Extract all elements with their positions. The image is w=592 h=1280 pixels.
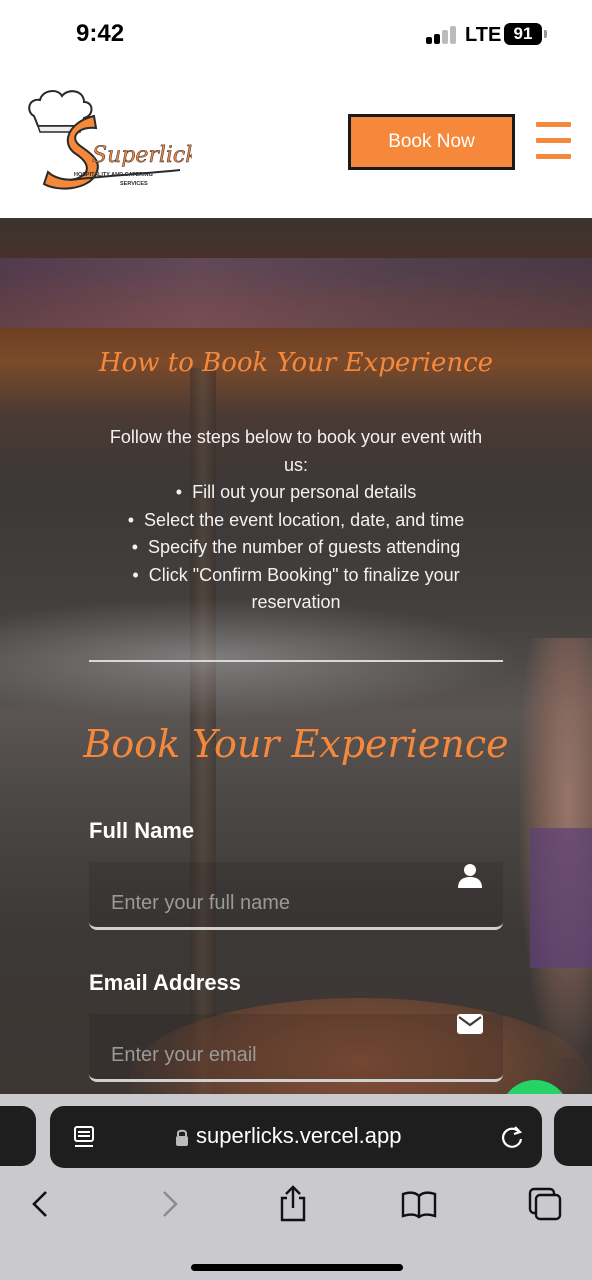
background-cloth [530, 828, 592, 968]
battery-tip [544, 30, 547, 38]
envelope-icon [457, 1014, 483, 1040]
svg-text:Superlicks: Superlicks [92, 143, 192, 168]
battery-icon: 91 [504, 23, 542, 45]
back-icon[interactable] [22, 1184, 62, 1224]
email-label: Email Address [89, 970, 242, 995]
status-bar: 9:42 LTE 91 [0, 0, 592, 70]
svg-text:HOSPITALITY AND CATERING: HOSPITALITY AND CATERING [74, 172, 153, 178]
reload-icon[interactable] [498, 1123, 526, 1151]
user-icon [457, 862, 483, 888]
previous-tab-preview[interactable] [0, 1106, 36, 1166]
home-indicator [191, 1264, 403, 1271]
status-time: 9:42 [76, 20, 125, 47]
booking-step: Click "Confirm Booking" to finalize your… [96, 562, 496, 617]
email-input[interactable] [111, 1044, 441, 1067]
how-to-book-title: How to Book Your Experience [98, 348, 494, 378]
email-field[interactable] [89, 1014, 503, 1082]
lock-icon [174, 1128, 190, 1146]
full-name-label: Full Name [89, 818, 195, 843]
signal-icon [426, 26, 458, 44]
booking-step: Specify the number of guests attending [96, 534, 496, 562]
svg-text:SERVICES: SERVICES [120, 181, 148, 187]
section-divider [89, 660, 503, 662]
book-experience-title: Book Your Experience [83, 722, 509, 766]
tabs-icon[interactable] [525, 1184, 565, 1224]
next-tab-preview[interactable] [554, 1106, 592, 1166]
booking-step: Fill out your personal details [96, 479, 496, 507]
address-bar[interactable]: superlicks.vercel.app [50, 1106, 542, 1168]
booking-steps-list: Fill out your personal details Select th… [96, 479, 496, 617]
forward-icon[interactable] [150, 1184, 190, 1224]
booking-step: Select the event location, date, and tim… [96, 507, 496, 535]
browser-toolbar: superlicks.vercel.app [0, 1094, 592, 1280]
how-to-book-intro: Follow the steps below to book your even… [109, 427, 483, 475]
superlicks-logo[interactable]: Superlicks HOSPITALITY AND CATERING SERV… [22, 86, 210, 198]
bookmarks-icon[interactable] [399, 1184, 439, 1224]
site-header: Superlicks HOSPITALITY AND CATERING SERV… [0, 70, 592, 218]
share-icon[interactable] [273, 1184, 313, 1224]
full-name-field[interactable] [89, 862, 503, 930]
book-now-button[interactable]: Book Now [348, 114, 515, 170]
page-menu-icon[interactable] [72, 1124, 98, 1150]
network-type: LTE [465, 24, 502, 46]
menu-icon[interactable] [536, 122, 571, 162]
full-name-input[interactable] [111, 892, 441, 915]
background-canopy [0, 258, 592, 328]
booking-section: How to Book Your Experience Follow the s… [0, 218, 592, 1118]
url-text[interactable]: superlicks.vercel.app [196, 1123, 401, 1149]
